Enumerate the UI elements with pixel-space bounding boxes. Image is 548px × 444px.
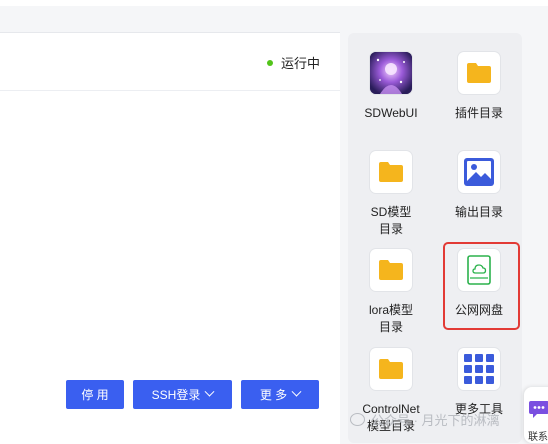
- highlight-box: [443, 242, 520, 330]
- grid-icon: [458, 348, 500, 390]
- tool-sd-model-dir[interactable]: SD模型 目录: [351, 151, 431, 238]
- folder-icon: [370, 348, 412, 390]
- top-strip: [0, 0, 548, 6]
- chat-bubble-icon: [529, 401, 548, 418]
- watermark-text: 公众号 · 月光下的淋漓: [371, 413, 500, 428]
- chevron-down-icon: [204, 386, 215, 397]
- action-buttons: 停 用 SSH登录 更 多: [66, 380, 319, 409]
- ssh-login-button[interactable]: SSH登录: [133, 380, 232, 409]
- instance-card: 运行中 停 用 SSH登录 更 多: [0, 32, 340, 444]
- status-text: 运行中: [280, 56, 320, 71]
- watermark: 公众号 · 月光下的淋漓: [350, 410, 500, 429]
- folder-icon: [370, 151, 412, 193]
- tool-label: SDWebUI: [364, 106, 418, 120]
- tool-label: SD模型: [370, 205, 412, 219]
- tool-output-dir[interactable]: 输出目录: [439, 151, 519, 221]
- wechat-icon: [350, 413, 365, 426]
- tool-lora-model-dir[interactable]: lora模型 目录: [351, 249, 431, 336]
- tool-plugin-dir[interactable]: 插件目录: [439, 52, 519, 122]
- status-indicator: 运行中: [266, 53, 320, 72]
- folder-icon: [370, 249, 412, 291]
- ssh-login-button-label: SSH登录: [151, 388, 201, 402]
- more-button[interactable]: 更 多: [241, 380, 319, 409]
- stop-button[interactable]: 停 用: [66, 380, 124, 409]
- contact-label: 联系: [528, 432, 548, 443]
- status-dot-icon: [266, 59, 273, 66]
- tool-label-line2: 目录: [378, 222, 403, 236]
- more-button-label: 更 多: [259, 388, 288, 402]
- instance-card-header: 运行中: [0, 33, 340, 91]
- chevron-down-icon: [291, 386, 302, 397]
- tool-label: lora模型: [368, 303, 413, 317]
- stop-button-label: 停 用: [81, 388, 109, 402]
- folder-icon: [458, 52, 500, 94]
- tool-more-tools[interactable]: 更多工具: [439, 348, 519, 418]
- tool-label-line2: 目录: [378, 320, 403, 334]
- tool-sdwebui[interactable]: SDWebUI: [351, 52, 431, 122]
- image-icon: [458, 151, 500, 193]
- tool-label: 输出目录: [454, 205, 503, 219]
- contact-button[interactable]: 联系: [524, 387, 548, 443]
- sdwebui-thumbnail-icon: [370, 52, 412, 94]
- tool-label: 插件目录: [454, 106, 503, 120]
